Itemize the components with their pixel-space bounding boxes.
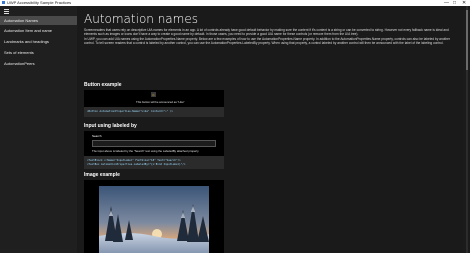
button-example-panel: ☼ This button will be announced as "Like… bbox=[84, 90, 224, 107]
scrollbar-thumb[interactable] bbox=[466, 10, 468, 70]
intro-paragraph-1: Screenreaders that users rely on descrip… bbox=[84, 28, 449, 37]
winter-forest-photo bbox=[99, 186, 209, 253]
sidebar-item-automation-peers[interactable]: AutomationPeers bbox=[0, 59, 77, 68]
button-code-block: <Button AutomationProperties.Name="Like"… bbox=[84, 107, 224, 117]
input-code-line-1: <TextBlock x:Name="InputLabel" FontSize=… bbox=[87, 159, 181, 162]
image-example-panel bbox=[84, 180, 224, 253]
app-icon bbox=[2, 1, 5, 4]
search-input[interactable] bbox=[92, 140, 216, 147]
vertical-scrollbar[interactable] bbox=[466, 6, 468, 253]
input-example-panel: Search The input above is labeled by the… bbox=[84, 131, 224, 156]
sidebar-item-landmarks-and-headings[interactable]: Landmarks and headings bbox=[0, 37, 77, 46]
button-code-line: <Button AutomationProperties.Name="Like"… bbox=[87, 110, 173, 113]
sidebar-item-automation-item-and-name[interactable]: Automation Item and name bbox=[0, 26, 77, 35]
sidebar: Automation Names Automation Item and nam… bbox=[0, 6, 77, 253]
input-example-caption: The input above is labeled by the "Searc… bbox=[92, 149, 199, 153]
page-title: Automation names bbox=[84, 12, 198, 26]
input-example-heading: Input using labeled by bbox=[84, 123, 137, 129]
button-example-heading: Button example bbox=[84, 82, 122, 88]
search-label: Search bbox=[92, 134, 102, 138]
sidebar-item-sets-of-elements[interactable]: Sets of elements bbox=[0, 48, 77, 57]
button-example-caption: This button will be announced as "Like" bbox=[136, 100, 185, 104]
like-button[interactable]: ☼ bbox=[151, 92, 156, 97]
input-code-line-2: <TextBox AutomationProperties.LabeledBy=… bbox=[87, 163, 186, 166]
intro-text: Screenreaders that users rely on descrip… bbox=[84, 28, 456, 46]
intro-paragraph-2: In UWP, you can add UIA names using the … bbox=[84, 37, 450, 46]
hamburger-menu-icon[interactable] bbox=[4, 9, 9, 14]
input-code-block: <TextBlock x:Name="InputLabel" FontSize=… bbox=[84, 156, 224, 169]
image-example-heading: Image example bbox=[84, 172, 120, 178]
sidebar-item-automation-names[interactable]: Automation Names bbox=[0, 16, 77, 25]
main-content: Automation names Screenreaders that user… bbox=[77, 6, 463, 253]
